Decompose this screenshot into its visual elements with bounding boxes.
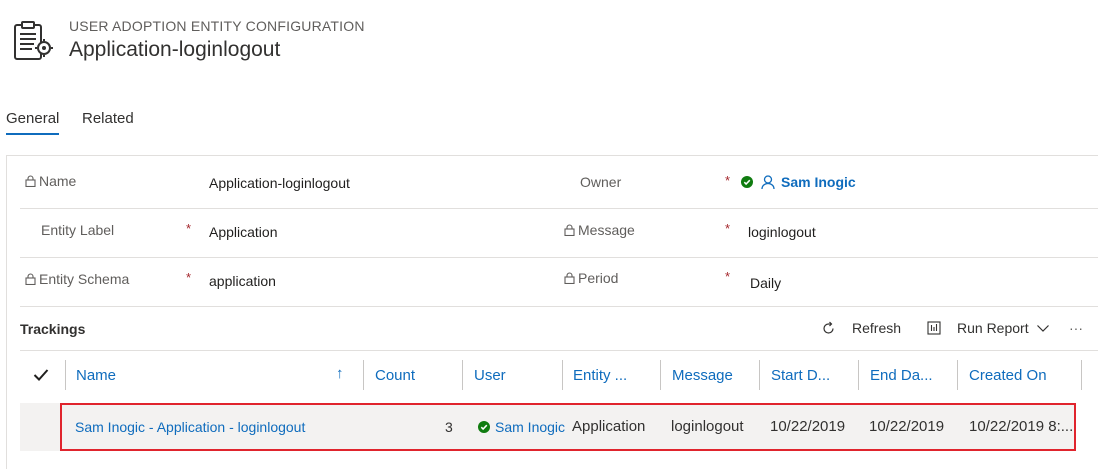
message-required-marker: * xyxy=(725,221,731,236)
owner-lookup[interactable]: Sam Inogic xyxy=(741,174,856,190)
period-field[interactable]: Daily xyxy=(750,275,781,291)
entity-label-field[interactable]: Application xyxy=(209,224,278,240)
row-message: loginlogout xyxy=(671,418,744,435)
select-all-checkmark-icon[interactable] xyxy=(33,368,49,382)
entity-schema-field[interactable]: application xyxy=(209,273,276,289)
row-divider xyxy=(20,306,1098,307)
column-separator xyxy=(1081,360,1082,390)
check-circle-icon xyxy=(741,176,753,188)
column-header-message[interactable]: Message xyxy=(672,367,733,384)
period-required-marker: * xyxy=(725,269,731,284)
grid-divider xyxy=(20,350,1098,351)
entity-type-label: USER ADOPTION ENTITY CONFIGURATION xyxy=(69,18,365,34)
column-separator xyxy=(957,360,958,390)
sort-ascending-icon[interactable]: ↑ xyxy=(336,365,344,382)
refresh-button[interactable]: Refresh xyxy=(821,320,901,336)
form-document-icon xyxy=(14,21,53,60)
column-header-start-date[interactable]: Start D... xyxy=(771,367,830,384)
column-separator xyxy=(65,360,66,390)
trackings-title: Trackings xyxy=(20,321,86,337)
tab-bar: General Related xyxy=(0,108,300,138)
column-header-created-on[interactable]: Created On xyxy=(969,367,1047,384)
person-icon xyxy=(761,175,775,190)
entity-schema-label: Entity Schema xyxy=(25,271,129,287)
row-divider xyxy=(20,257,1098,258)
owner-name-link[interactable]: Sam Inogic xyxy=(781,174,856,190)
name-field[interactable]: Application-loginlogout xyxy=(209,175,350,191)
lock-icon xyxy=(564,272,575,284)
name-label: Name xyxy=(25,173,76,189)
report-icon xyxy=(927,321,941,335)
row-name-link[interactable]: Sam Inogic - Application - loginlogout xyxy=(75,419,305,435)
column-separator xyxy=(562,360,563,390)
record-title: Application-loginlogout xyxy=(69,38,281,61)
row-count: 3 xyxy=(445,419,453,435)
message-label: Message xyxy=(564,222,635,238)
column-separator xyxy=(759,360,760,390)
tab-general[interactable]: General xyxy=(6,108,60,135)
row-entity: Application xyxy=(572,418,646,435)
column-header-name[interactable]: Name xyxy=(76,367,116,384)
owner-label: Owner xyxy=(580,174,622,190)
column-header-end-date[interactable]: End Da... xyxy=(870,367,933,384)
row-divider xyxy=(20,208,1098,209)
check-circle-icon xyxy=(478,421,490,433)
column-separator xyxy=(858,360,859,390)
run-report-button[interactable]: Run Report xyxy=(927,320,1050,336)
entity-label-label: Entity Label xyxy=(41,222,115,238)
tab-related[interactable]: Related xyxy=(82,108,134,133)
column-separator xyxy=(462,360,463,390)
column-separator xyxy=(660,360,661,390)
chevron-down-icon xyxy=(1036,325,1049,332)
column-header-count[interactable]: Count xyxy=(375,367,415,384)
entity-label-required-marker: * xyxy=(186,221,192,236)
column-separator xyxy=(363,360,364,390)
period-label: Period xyxy=(564,270,618,286)
row-selector-cell[interactable] xyxy=(20,403,60,451)
record-header: USER ADOPTION ENTITY CONFIGURATION Appli… xyxy=(0,0,1098,100)
row-start-date: 10/22/2019 xyxy=(770,418,846,435)
refresh-icon xyxy=(823,321,834,334)
lock-icon xyxy=(25,175,36,187)
owner-required-marker: * xyxy=(725,173,731,188)
lock-icon xyxy=(25,273,36,285)
message-field[interactable]: loginlogout xyxy=(748,224,816,240)
entity-schema-required-marker: * xyxy=(186,270,192,285)
row-created-on: 10/22/2019 8:... xyxy=(969,418,1074,435)
row-user-link[interactable]: Sam Inogic xyxy=(478,419,565,435)
row-end-date: 10/22/2019 xyxy=(869,418,945,435)
grid-header: Name ↑ Count User Entity ... Message Sta… xyxy=(20,352,1090,400)
lock-icon xyxy=(564,224,575,236)
column-header-entity[interactable]: Entity ... xyxy=(573,367,627,384)
table-row[interactable]: Sam Inogic - Application - loginlogout 3… xyxy=(60,403,1076,451)
column-header-user[interactable]: User xyxy=(474,367,506,384)
more-commands-button[interactable]: ··· xyxy=(1069,320,1083,336)
